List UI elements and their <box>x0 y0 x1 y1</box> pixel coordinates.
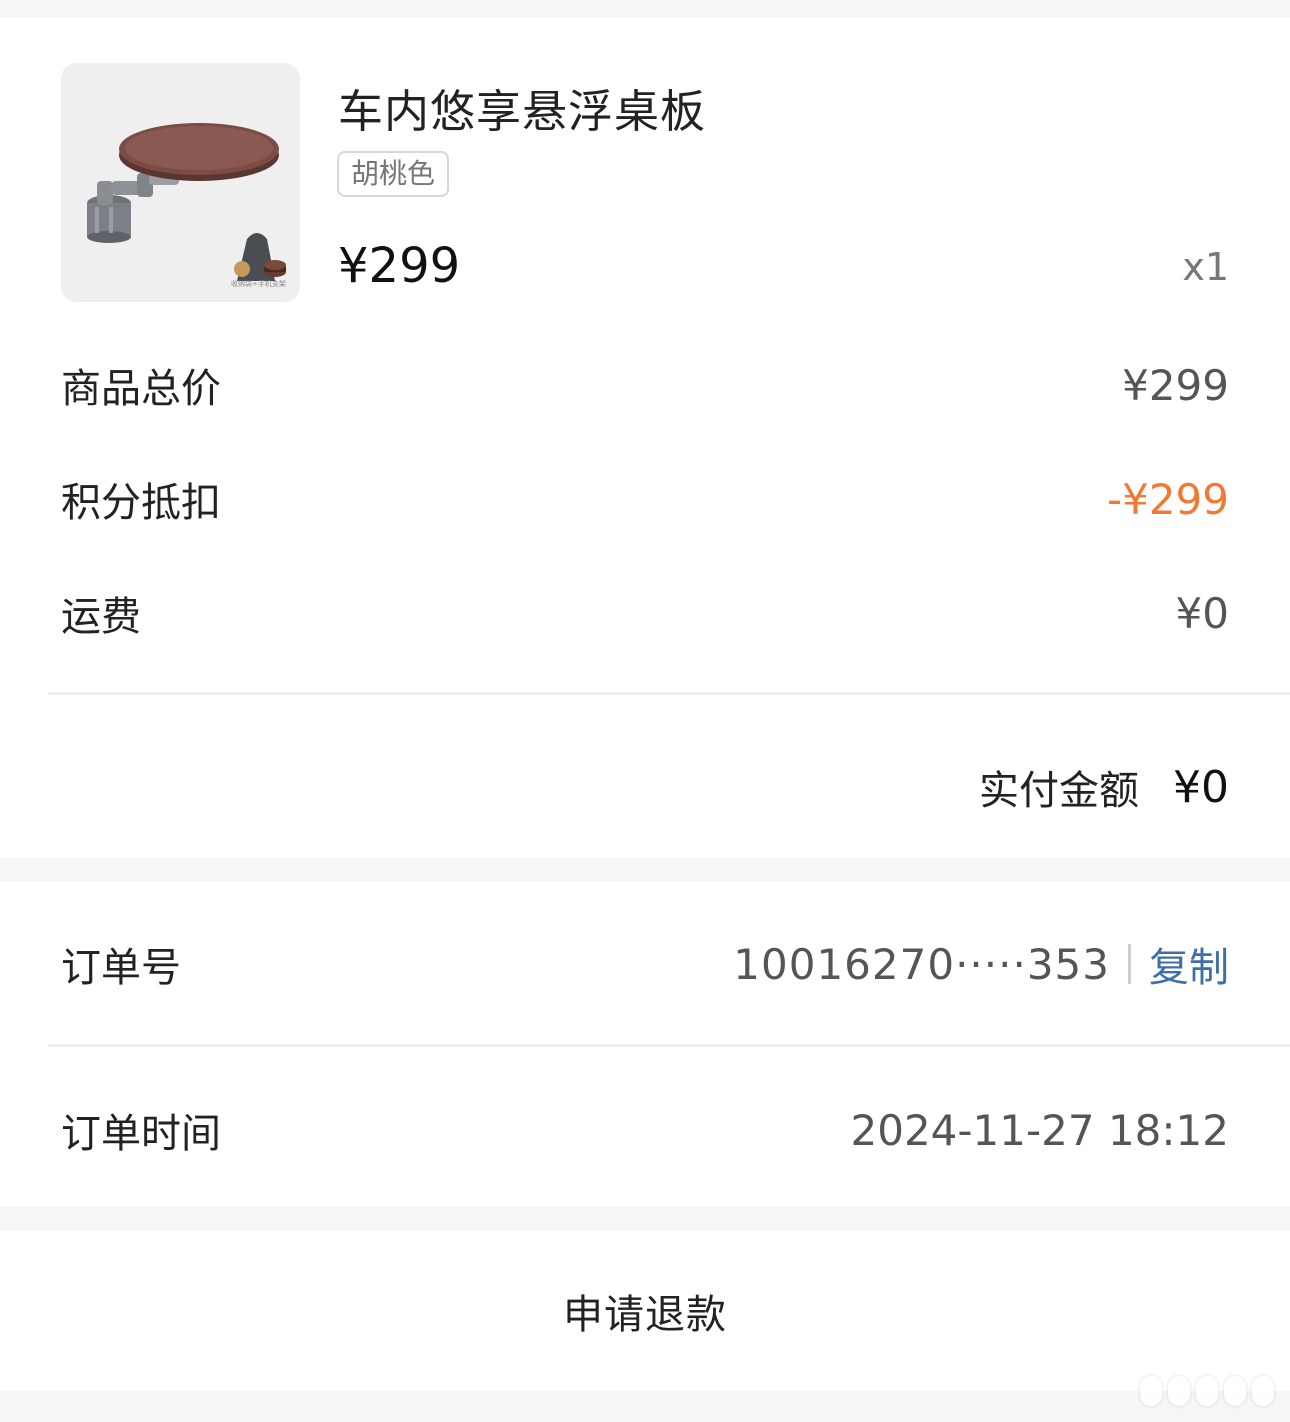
points-deduction-value: -¥299 <box>1106 474 1229 524</box>
product-quantity: x1 <box>1182 245 1229 289</box>
points-deduction-label: 积分抵扣 <box>61 480 221 526</box>
order-info-divider <box>48 1044 1290 1047</box>
order-number: 10016270·····353 复制 <box>733 935 1229 993</box>
nav-indicator-dot <box>1196 1376 1218 1406</box>
nav-indicator-dot <box>1224 1376 1246 1406</box>
order-number-label: 订单号 <box>61 945 181 991</box>
order-time-value: 2024-11-27 18:12 <box>850 1105 1229 1155</box>
order-info-card: 订单号 10016270·····353 复制 订单时间 2024-11-27 … <box>0 882 1290 1206</box>
nav-indicator-dot <box>1252 1376 1274 1406</box>
product-image[interactable]: 收纳袋+手机支架 <box>61 63 300 302</box>
order-number-row: 订单号 10016270·····353 复制 <box>61 934 1229 994</box>
shipping-row: 运费 ¥0 <box>61 583 1229 643</box>
refund-card[interactable]: 申请退款 <box>0 1231 1290 1391</box>
subtotal-label: 商品总价 <box>61 366 221 412</box>
order-time-label: 订单时间 <box>61 1111 221 1157</box>
copy-separator <box>1128 944 1131 984</box>
amount-paid: 实付金额 ¥0 <box>979 758 1229 816</box>
copy-order-number-button[interactable]: 复制 <box>1149 935 1229 993</box>
order-time-row: 订单时间 2024-11-27 18:12 <box>61 1100 1229 1160</box>
product-item[interactable]: 收纳袋+手机支架 车内悠享悬浮桌板 胡桃色 ¥299 x1 <box>61 63 1229 303</box>
tray-table-icon <box>61 63 300 302</box>
shipping-value: ¥0 <box>1175 588 1229 638</box>
shipping-label: 运费 <box>61 594 141 640</box>
subtotal-row: 商品总价 ¥299 <box>61 355 1229 415</box>
request-refund-button[interactable]: 申请退款 <box>563 1282 727 1340</box>
amount-paid-value: ¥0 <box>1173 761 1229 813</box>
product-image-caption: 收纳袋+手机支架 <box>231 280 286 288</box>
variant-tag: 胡桃色 <box>337 151 450 197</box>
subtotal-value: ¥299 <box>1122 360 1229 410</box>
nav-indicator-dot <box>1140 1376 1162 1406</box>
product-price: ¥299 <box>338 238 461 294</box>
product-name[interactable]: 车内悠享悬浮桌板 <box>338 75 706 140</box>
amount-paid-label: 实付金额 <box>979 768 1139 814</box>
points-deduction-row: 积分抵扣 -¥299 <box>61 469 1229 529</box>
nav-indicator-dot <box>1168 1376 1190 1406</box>
system-nav-indicator <box>1140 1376 1280 1406</box>
order-number-value: 10016270·····353 <box>733 939 1110 989</box>
summary-divider <box>48 692 1290 695</box>
order-summary-card: 收纳袋+手机支架 车内悠享悬浮桌板 胡桃色 ¥299 x1 商品总价 ¥299 … <box>0 18 1290 858</box>
